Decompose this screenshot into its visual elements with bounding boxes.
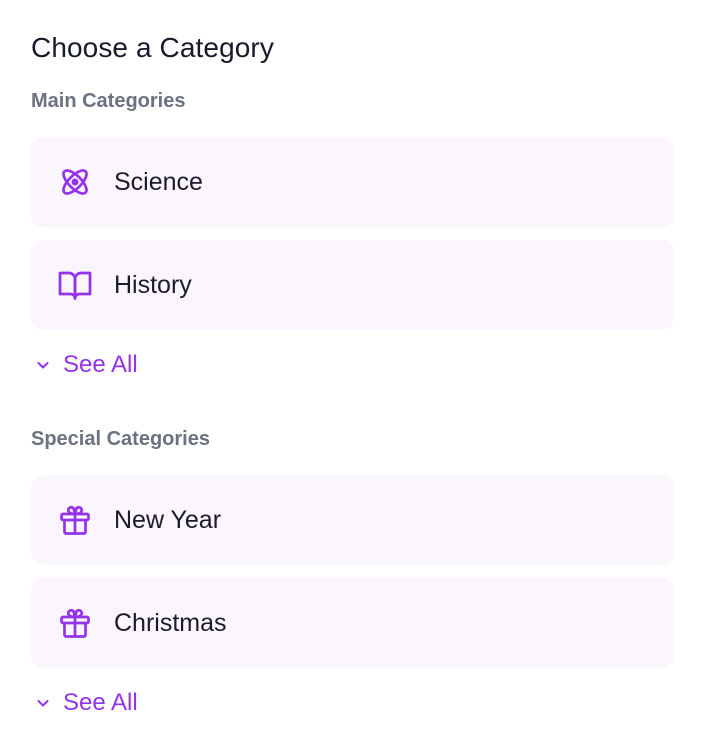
category-label: Christmas — [114, 609, 227, 637]
see-all-label: See All — [63, 689, 138, 716]
main-category-list: Science History — [31, 137, 674, 330]
see-all-main-button[interactable]: See All — [35, 350, 138, 380]
gift-icon — [57, 605, 93, 641]
section-heading-special: Special Categories — [31, 428, 210, 450]
see-all-special-button[interactable]: See All — [35, 688, 138, 718]
category-card-christmas[interactable]: Christmas — [31, 578, 674, 668]
category-picker: Choose a Category Main Categories Scienc… — [0, 0, 701, 756]
category-label: History — [114, 271, 192, 299]
category-card-history[interactable]: History — [31, 240, 674, 330]
atom-icon — [57, 164, 93, 200]
see-all-label: See All — [63, 351, 138, 378]
gift-icon — [57, 502, 93, 538]
chevron-down-icon — [35, 357, 51, 373]
page-title: Choose a Category — [31, 32, 274, 63]
book-open-icon — [57, 267, 93, 303]
special-category-list: New Year Christmas — [31, 475, 674, 668]
chevron-down-icon — [35, 695, 51, 711]
section-heading-main: Main Categories — [31, 90, 186, 112]
category-card-science[interactable]: Science — [31, 137, 674, 227]
category-label: Science — [114, 168, 203, 196]
category-card-new-year[interactable]: New Year — [31, 475, 674, 565]
category-label: New Year — [114, 506, 222, 534]
